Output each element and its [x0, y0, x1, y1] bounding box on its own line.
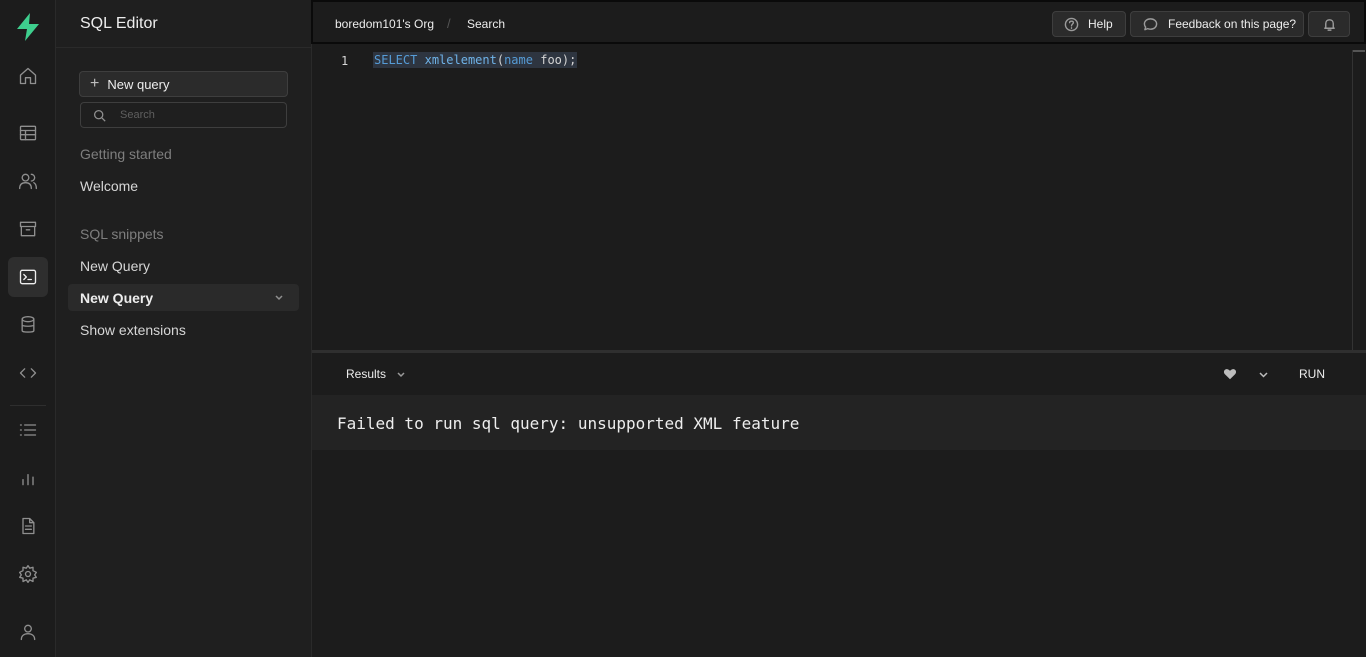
reports-icon[interactable]: [8, 458, 48, 498]
help-button[interactable]: Help: [1052, 11, 1126, 37]
code-keyword-name: name: [504, 53, 533, 67]
new-query-button[interactable]: + New query: [79, 71, 288, 97]
breadcrumb-page[interactable]: Search: [467, 17, 505, 31]
code-paren: (: [496, 53, 505, 67]
sidebar-item-label: New Query: [80, 289, 154, 306]
error-panel: Failed to run sql query: unsupported XML…: [312, 395, 1366, 450]
sql-editor-icon[interactable]: [8, 257, 48, 297]
code-end: );: [561, 53, 577, 67]
help-label: Help: [1088, 17, 1113, 31]
sidebar-item-new-query-active[interactable]: New Query: [68, 284, 299, 311]
user-icon[interactable]: [8, 612, 48, 652]
results-tab-label: Results: [346, 367, 387, 381]
home-icon[interactable]: [8, 56, 48, 96]
settings-icon[interactable]: [8, 554, 48, 594]
run-button[interactable]: RUN: [1299, 367, 1325, 381]
help-icon: [1064, 17, 1079, 31]
search-icon: [93, 109, 106, 122]
chevron-down-icon[interactable]: [1258, 369, 1269, 380]
feedback-label: Feedback on this page?: [1168, 17, 1297, 31]
sql-editor-sidebar: SQL Editor + New query Getting started W…: [56, 0, 312, 657]
line-number: 1: [341, 54, 349, 68]
users-icon[interactable]: [8, 161, 48, 201]
breadcrumb-org[interactable]: boredom101's Org: [335, 17, 434, 31]
app-window: SQL Editor + New query Getting started W…: [0, 0, 1366, 657]
section-getting-started: Getting started: [80, 146, 172, 162]
sidebar-item-welcome[interactable]: Welcome: [80, 178, 138, 194]
new-query-label: New query: [107, 76, 170, 92]
bell-icon: [1323, 18, 1335, 31]
editor-scrollbar[interactable]: [1352, 50, 1365, 350]
top-bar: boredom101's Org / Search Help Feedback …: [311, 0, 1366, 44]
code-editor[interactable]: 1 SELECT xmlelement(name foo);: [312, 44, 1366, 350]
message-icon: [1143, 17, 1158, 30]
database-icon[interactable]: [8, 305, 48, 345]
search-input[interactable]: [120, 109, 270, 121]
results-tab[interactable]: Results: [346, 367, 406, 381]
code-line[interactable]: SELECT xmlelement(name foo);: [373, 52, 578, 68]
sidebar-title: SQL Editor: [56, 0, 311, 48]
nav-rail: [0, 0, 56, 657]
table-editor-icon[interactable]: [8, 113, 48, 153]
plus-icon: +: [90, 75, 100, 92]
code-icon[interactable]: [8, 353, 48, 393]
breadcrumb-separator: /: [447, 16, 451, 31]
feedback-button[interactable]: Feedback on this page?: [1130, 11, 1304, 37]
sidebar-search: [80, 102, 287, 128]
storage-icon[interactable]: [8, 209, 48, 249]
document-icon[interactable]: [8, 506, 48, 546]
chevron-down-icon: [397, 372, 405, 378]
sidebar-item-new-query[interactable]: New Query: [80, 258, 150, 274]
chevron-down-icon[interactable]: [273, 291, 285, 303]
heart-icon[interactable]: [1223, 367, 1237, 381]
list-icon[interactable]: [8, 410, 48, 450]
error-message: Failed to run sql query: unsupported XML…: [337, 414, 800, 433]
results-area: [312, 450, 1366, 657]
code-function: xmlelement: [424, 53, 497, 67]
code-keyword-select: SELECT: [374, 53, 418, 67]
rail-divider: [10, 405, 46, 406]
section-sql-snippets: SQL snippets: [80, 226, 164, 242]
sidebar-item-show-extensions[interactable]: Show extensions: [80, 322, 186, 338]
results-toolbar: Results RUN: [312, 353, 1366, 395]
scrollbar-thumb[interactable]: [1353, 50, 1365, 52]
notifications-button[interactable]: [1308, 11, 1350, 37]
code-argument: foo: [540, 53, 562, 67]
supabase-logo-icon[interactable]: [14, 12, 42, 42]
